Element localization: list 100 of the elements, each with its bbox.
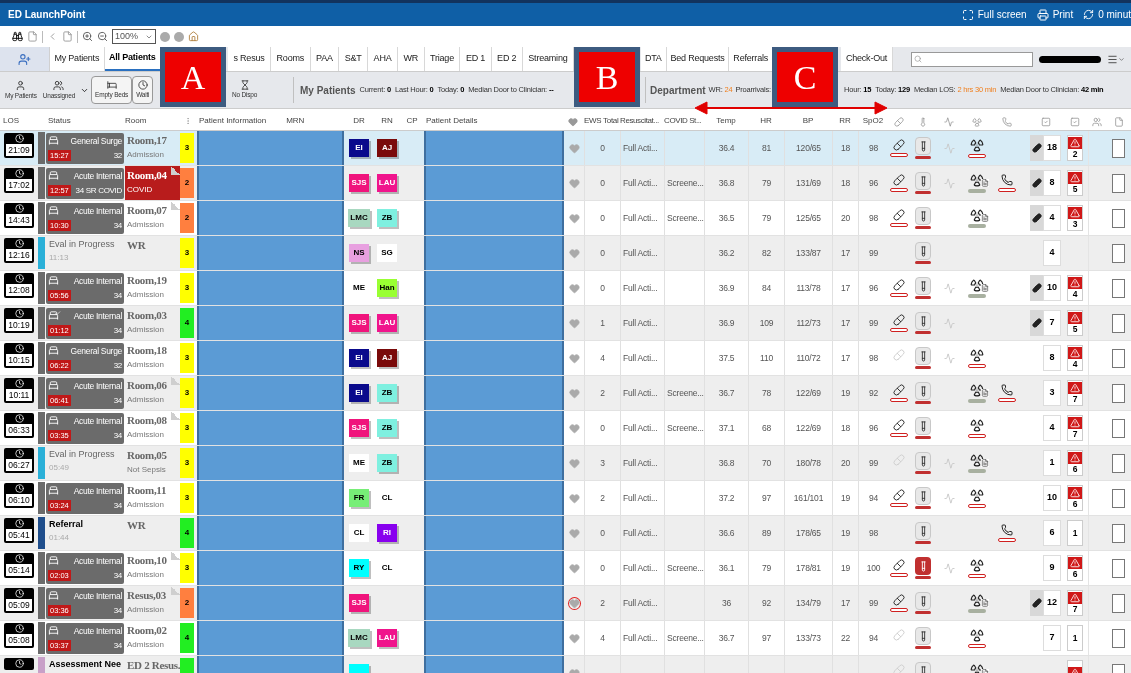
- title-bar-button[interactable]: 0 minut: [1083, 7, 1131, 22]
- column-header[interactable]: EWS Total: [584, 115, 620, 127]
- task-count[interactable]: 1: [1043, 450, 1061, 476]
- tab[interactable]: Check-Out: [841, 47, 893, 71]
- zoom-select[interactable]: 100%: [112, 29, 156, 44]
- alert-count[interactable]: 4: [1067, 345, 1083, 371]
- task-count[interactable]: 6: [1043, 520, 1061, 546]
- radiation-report-icon[interactable]: [968, 453, 986, 473]
- alert-count[interactable]: 6: [1067, 450, 1083, 476]
- task-count[interactable]: 12: [1043, 590, 1061, 616]
- tab[interactable]: DTA: [641, 47, 667, 71]
- task-count[interactable]: 10: [1043, 485, 1061, 511]
- column-header[interactable]: Resuscitat...: [620, 115, 664, 127]
- task-count[interactable]: 8: [1043, 345, 1061, 371]
- tab[interactable]: My Patients: [50, 47, 105, 71]
- pill-icon[interactable]: [890, 139, 908, 157]
- row-checkbox[interactable]: [1112, 418, 1125, 438]
- heart-icon[interactable]: [568, 282, 580, 294]
- radiation-icon[interactable]: [968, 558, 986, 578]
- row-checkbox[interactable]: [1112, 348, 1125, 368]
- tab[interactable]: Triage: [424, 47, 461, 71]
- column-header[interactable]: COVID St...: [664, 115, 704, 127]
- column-header[interactable]: Room: [125, 115, 147, 127]
- task-count[interactable]: 3: [1043, 380, 1061, 406]
- patient-row[interactable]: 12:16 Eval in Progress 11:13 WR 3 NS SG 0 Full Acti... 36.2 82 133/87 17 99 4: [0, 236, 1131, 271]
- patient-row[interactable]: Assessment Nee ED 2 Resus.: [0, 656, 1131, 673]
- tab[interactable]: Rooms: [271, 47, 311, 71]
- alert-count[interactable]: 7: [1067, 380, 1083, 406]
- pill-icon[interactable]: [890, 559, 908, 577]
- pill-icon[interactable]: [890, 419, 908, 437]
- document-icon[interactable]: [62, 31, 73, 42]
- pill-icon[interactable]: [890, 209, 908, 227]
- document-icon[interactable]: [27, 31, 38, 42]
- column-header[interactable]: CP: [400, 115, 424, 127]
- column-header[interactable]: Status: [45, 115, 125, 127]
- radiation-icon[interactable]: [968, 628, 986, 648]
- tab[interactable]: ED 1: [460, 47, 492, 71]
- pill-icon[interactable]: [890, 314, 908, 332]
- radiation-report-icon[interactable]: [968, 208, 986, 228]
- title-bar-button[interactable]: Print: [1036, 7, 1074, 22]
- heart-icon[interactable]: [568, 212, 580, 224]
- task-check-icon[interactable]: [1041, 117, 1051, 127]
- tab[interactable]: All Patients: [104, 47, 161, 71]
- row-checkbox[interactable]: [1112, 138, 1125, 158]
- row-checkbox[interactable]: [1112, 593, 1125, 613]
- radiation-icon[interactable]: [968, 418, 986, 438]
- row-checkbox[interactable]: [1112, 208, 1125, 228]
- row-checkbox[interactable]: [1112, 488, 1125, 508]
- task-count[interactable]: 9: [1043, 555, 1061, 581]
- title-bar-button[interactable]: Full screen: [961, 7, 1027, 22]
- count-badge[interactable]: 1: [1067, 625, 1083, 651]
- row-checkbox[interactable]: [1112, 173, 1125, 193]
- heart-icon[interactable]: [568, 117, 578, 127]
- menu-icon[interactable]: [1107, 53, 1125, 65]
- tab[interactable]: s Resus: [228, 47, 272, 71]
- heart-icon[interactable]: [568, 352, 580, 364]
- task-count[interactable]: 10: [1043, 275, 1061, 301]
- column-header[interactable]: BP: [784, 115, 832, 127]
- heart-icon[interactable]: [568, 492, 580, 504]
- alert-check-icon[interactable]: [1070, 117, 1080, 127]
- column-header[interactable]: HR: [748, 115, 784, 127]
- column-header[interactable]: LOS: [0, 115, 45, 127]
- task-count[interactable]: 7: [1043, 625, 1061, 651]
- column-header[interactable]: Patient Details: [424, 115, 564, 127]
- zoom-in-icon[interactable]: [82, 31, 93, 42]
- radiation-report-icon[interactable]: [968, 173, 986, 193]
- row-checkbox[interactable]: [1112, 453, 1125, 473]
- patient-row[interactable]: 06:27 Eval in Progress 05:49 Room,05 Not Sepsis 3 ME ZB 3 Full Acti... 36.8 70 180/78 20 99 1 6: [0, 446, 1131, 481]
- task-count[interactable]: 7: [1043, 310, 1061, 336]
- radiation-report-icon[interactable]: [968, 383, 986, 403]
- patient-row[interactable]: 05:41 Referral 01:44 WR 4 CL RI 0 Full Acti... 36.6 89 178/65 19 98 6 1: [0, 516, 1131, 551]
- tab[interactable]: S&T: [339, 47, 369, 71]
- task-count[interactable]: 4: [1043, 240, 1061, 266]
- tab[interactable]: WR: [397, 47, 425, 71]
- tab[interactable]: AHA: [368, 47, 398, 71]
- task-count[interactable]: 18: [1043, 135, 1061, 161]
- heart-icon[interactable]: [568, 562, 580, 574]
- pill-icon[interactable]: [890, 174, 908, 192]
- alert-count[interactable]: 5: [1067, 310, 1083, 336]
- task-count[interactable]: 4: [1043, 415, 1061, 441]
- row-checkbox[interactable]: [1112, 278, 1125, 298]
- tab[interactable]: Bed Requests: [666, 47, 730, 71]
- alert-count[interactable]: 5: [1067, 170, 1083, 196]
- row-checkbox[interactable]: [1112, 628, 1125, 648]
- column-header[interactable]: SpO2: [858, 115, 888, 127]
- phone-icon[interactable]: [998, 384, 1016, 402]
- home-icon[interactable]: [188, 31, 199, 42]
- alert-count[interactable]: 3: [1067, 205, 1083, 231]
- row-checkbox[interactable]: [1112, 243, 1125, 263]
- search-field[interactable]: [911, 51, 1033, 67]
- task-count[interactable]: 8: [1043, 170, 1061, 196]
- find-icon[interactable]: [12, 31, 23, 42]
- tab[interactable]: PAA: [310, 47, 340, 71]
- heart-icon[interactable]: [568, 422, 580, 434]
- radiation-report-icon[interactable]: [968, 278, 986, 298]
- tab[interactable]: Streaming: [522, 47, 574, 71]
- pill-icon[interactable]: [890, 279, 908, 297]
- pill-icon[interactable]: [890, 489, 908, 507]
- column-header[interactable]: RR: [832, 115, 858, 127]
- alert-count[interactable]: 2: [1067, 135, 1083, 161]
